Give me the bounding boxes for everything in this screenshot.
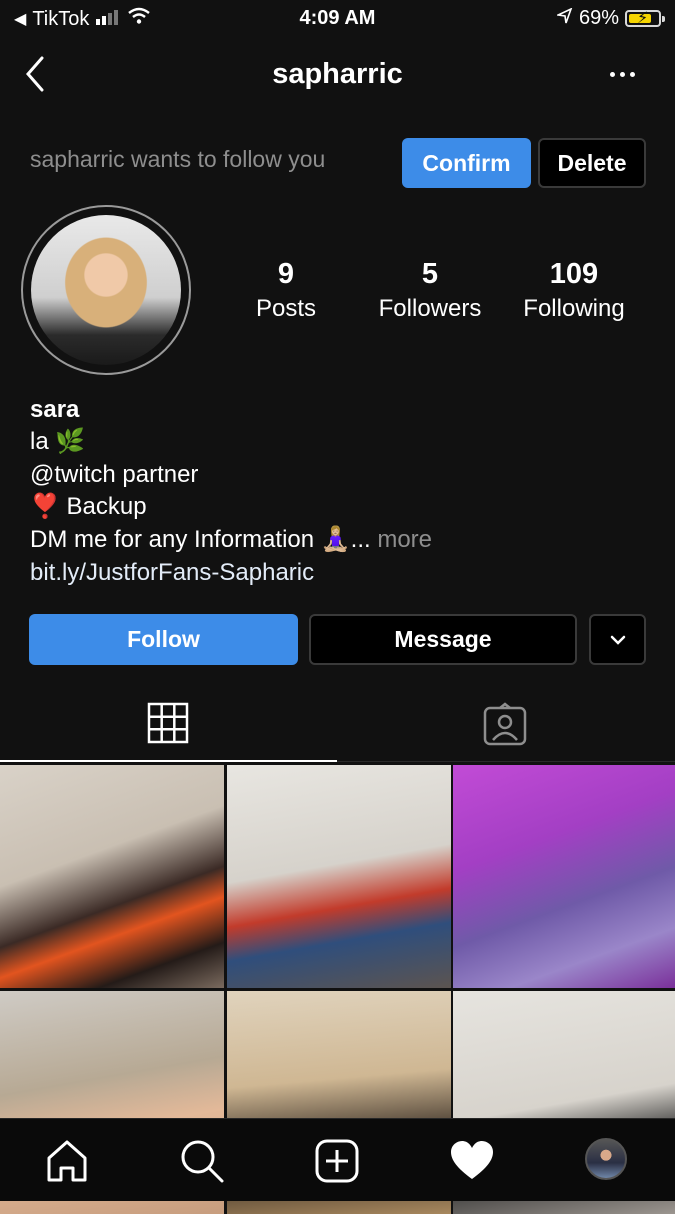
profile-username-title: sapharric [272,58,403,90]
tagged-person-icon [483,702,527,746]
bolt-icon: ⚡ [637,10,649,27]
status-bar: ◀ TikTok 4:09 AM 69% ⚡ [0,0,675,38]
grid-post[interactable] [453,765,675,988]
confirm-button[interactable]: Confirm [402,138,531,188]
bottom-nav [0,1118,675,1201]
bio-website-link[interactable]: bit.ly/JustforFans-Sapharic [30,557,314,589]
search-icon[interactable] [178,1137,226,1185]
profile-name: sara [30,396,80,423]
battery-charging-icon: ⚡ [625,10,665,27]
suggested-dropdown-button[interactable] [589,614,646,665]
heart-icon[interactable] [448,1137,496,1185]
followers-label: Followers [378,295,482,322]
bio-line-4-text: DM me for any Information 🧘🏼‍♀️... [30,526,371,553]
posts-count: 9 [277,258,295,290]
follow-button[interactable]: Follow [29,614,298,665]
tab-grid[interactable] [147,702,189,749]
grid-icon [147,702,189,744]
bio-line-1: la 🌿 [30,428,86,455]
follow-request-text: sapharric wants to follow you [30,146,326,172]
home-icon[interactable] [43,1137,91,1185]
bio-line-3: ❣️ Backup [30,493,147,520]
add-post-icon[interactable] [313,1137,361,1185]
profile-tab-avatar[interactable] [585,1138,627,1180]
profile-avatar[interactable] [31,215,181,365]
tab-divider [337,761,675,762]
followers-count: 5 [421,258,439,290]
stat-followers[interactable]: 5 Followers [360,258,500,323]
location-icon [555,7,573,30]
status-right: 69% ⚡ [555,7,665,30]
bio-more-link[interactable]: more [371,526,432,553]
grid-post[interactable] [0,765,224,988]
tab-tagged[interactable] [483,702,527,751]
following-count: 109 [549,258,599,290]
more-options-icon[interactable] [610,72,635,77]
bio-line-4: DM me for any Information 🧘🏼‍♀️... more [30,524,432,556]
battery-percent: 69% [578,7,619,29]
bio-line-2: @twitch partner [30,461,199,488]
delete-button[interactable]: Delete [538,138,646,188]
stat-posts[interactable]: 9 Posts [216,258,356,323]
message-button[interactable]: Message [309,614,577,665]
grid-post[interactable] [227,765,451,988]
chevron-down-icon [610,635,625,645]
active-tab-indicator [0,760,337,762]
following-label: Following [523,295,625,322]
stat-following[interactable]: 109 Following [504,258,644,323]
posts-label: Posts [255,295,317,322]
